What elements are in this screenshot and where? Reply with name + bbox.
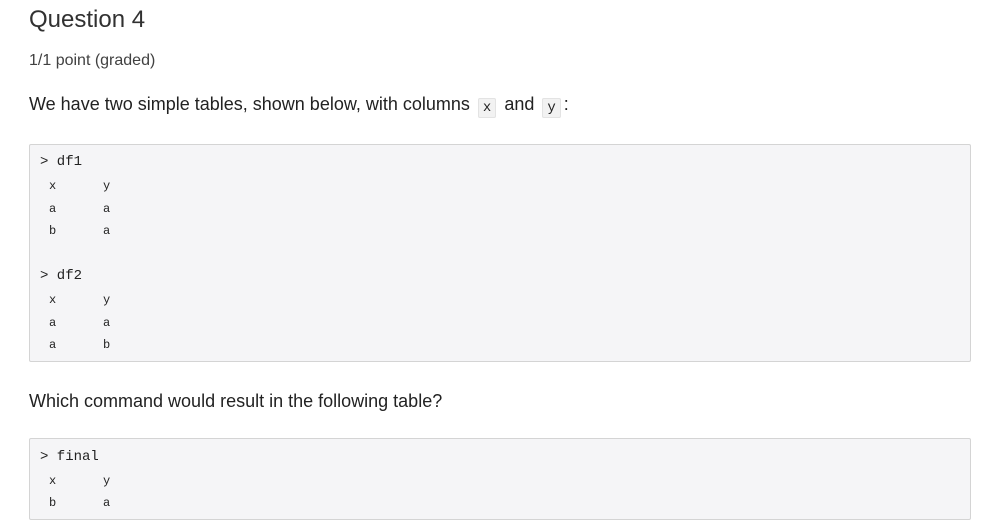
df1-row2-x: b <box>49 224 57 238</box>
code-block-input-tables: > df1 x y a a b a > df2 x y a a a b <box>29 144 971 362</box>
df2-header-x: x <box>49 293 57 307</box>
intro-conjunction: and <box>504 94 535 114</box>
df1-row1-y: a <box>103 202 111 216</box>
df2-header-y: y <box>103 293 111 307</box>
question-prompt: Which command would result in the follow… <box>29 391 443 411</box>
df2-row1-x: a <box>49 316 57 330</box>
final-header-x: x <box>49 474 57 488</box>
intro-text: We have two simple tables, shown below, … <box>29 94 470 114</box>
df1-header-x: x <box>49 179 57 193</box>
final-row1-y: a <box>103 496 111 510</box>
df1-header-y: y <box>103 179 111 193</box>
question-title: Question 4 <box>29 6 146 33</box>
inline-code-y: y <box>542 98 561 118</box>
final-row1-x: b <box>49 496 57 510</box>
final-header-y: y <box>103 474 111 488</box>
code-block-final-table: > final x y b a <box>29 438 971 520</box>
df2-row2-x: a <box>49 338 57 352</box>
intro-colon: : <box>563 94 569 114</box>
df1-command: > df1 <box>40 154 83 170</box>
inline-code-x: x <box>477 98 497 118</box>
df2-row2-y: b <box>103 338 111 352</box>
final-command: > final <box>40 449 99 465</box>
df1-row2-y: a <box>103 224 111 238</box>
df1-row1-x: a <box>49 202 57 216</box>
df2-command: > df2 <box>40 268 83 284</box>
df2-row1-y: a <box>103 316 111 330</box>
question-intro: We have two simple tables, shown below, … <box>29 94 569 118</box>
question-points: 1/1 point (graded) <box>29 52 156 69</box>
